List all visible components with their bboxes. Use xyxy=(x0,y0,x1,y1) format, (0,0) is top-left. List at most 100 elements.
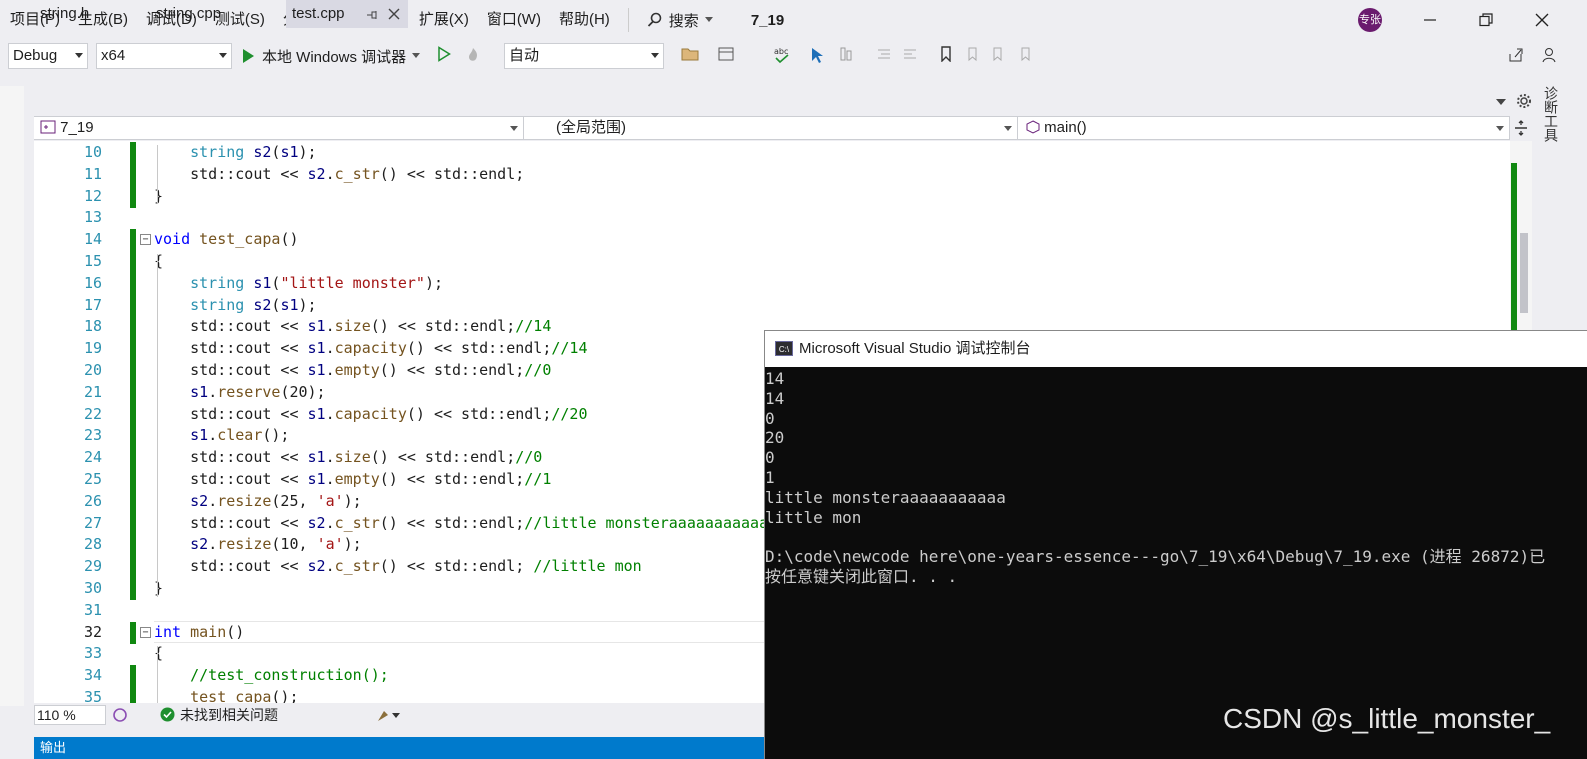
diagnostic-tools-panel[interactable]: 诊断工具 xyxy=(1535,86,1587,330)
method-icon xyxy=(1026,120,1040,134)
uncomment-icon[interactable] xyxy=(900,46,920,66)
code-line[interactable]: 17 string s2(s1); xyxy=(34,294,1510,317)
clear-bookmarks-icon[interactable] xyxy=(1016,46,1036,66)
comment-icon[interactable] xyxy=(874,46,894,66)
chevron-down-icon xyxy=(510,126,518,131)
output-label: 输出 xyxy=(40,740,67,755)
code-line[interactable]: 15 { xyxy=(34,251,1510,273)
cursor-icon[interactable] xyxy=(808,46,828,66)
code-text: string s1("little monster"); xyxy=(190,273,443,292)
debug-console-window[interactable]: C:\ Microsoft Visual Studio 调试控制台 CSDN @… xyxy=(764,330,1587,759)
change-marker xyxy=(130,381,136,404)
project-combo[interactable]: 7_19 xyxy=(34,117,524,139)
split-icon[interactable] xyxy=(1514,120,1528,136)
zoom-value: 110 % xyxy=(37,707,76,723)
scope-combo[interactable]: (全局范围) xyxy=(526,117,1018,139)
chevron-down-icon xyxy=(1004,126,1012,131)
check-circle-icon xyxy=(160,707,175,722)
code-text: } xyxy=(154,186,164,205)
bookmark-icon[interactable] xyxy=(936,46,956,66)
search-icon xyxy=(647,12,662,27)
platform-combo[interactable]: x64 xyxy=(96,43,232,69)
auto-combo[interactable]: 自动 xyxy=(504,43,664,69)
config-combo[interactable]: Debug xyxy=(8,43,88,69)
code-text: s2.resize(10, 'a'); xyxy=(190,535,362,554)
navigation-bar: 7_19 (全局范围) main() xyxy=(34,116,1510,140)
close-icon[interactable] xyxy=(388,8,400,20)
output-panel-tab[interactable]: 输出 xyxy=(34,737,764,759)
tab-string-cpp[interactable]: string.cpp xyxy=(150,0,227,28)
line-number: 31 xyxy=(83,600,102,619)
diagnostic-tools-label: 诊断工具 xyxy=(1543,86,1559,142)
change-marker xyxy=(1511,163,1517,333)
change-marker xyxy=(130,251,136,273)
hot-reload-icon[interactable] xyxy=(463,46,483,66)
menu-help[interactable]: 帮助(H) xyxy=(549,0,618,40)
indent-guide xyxy=(157,254,158,597)
line-number: 29 xyxy=(83,557,102,576)
change-marker xyxy=(130,142,136,164)
console-icon: C:\ xyxy=(775,341,793,356)
start-without-debugging-icon[interactable] xyxy=(434,46,454,66)
editor-status-bar: 110 % 未找到相关问题 xyxy=(34,703,764,727)
project-value: 7_19 xyxy=(60,119,94,136)
next-bookmark-icon[interactable] xyxy=(988,46,1008,66)
fold-toggle-icon[interactable]: − xyxy=(140,234,151,246)
code-line[interactable]: 12} xyxy=(34,185,1510,208)
menu-extensions[interactable]: 扩展(X) xyxy=(409,0,477,40)
avatar[interactable]: 专张 xyxy=(1358,8,1382,32)
spell-check-icon[interactable]: abc xyxy=(772,46,792,66)
minimize-button[interactable] xyxy=(1402,0,1458,40)
pin-icon[interactable] xyxy=(366,9,378,21)
prev-bookmark-icon[interactable] xyxy=(962,46,982,66)
line-number: 21 xyxy=(83,382,102,401)
tab-string-h[interactable]: string.h xyxy=(34,0,95,28)
code-line[interactable]: 10 string s2(s1); xyxy=(34,142,1510,164)
menu-bar: 项目(P) 生成(B) 调试(D) 测试(S) 分析(N) 工具(T) 扩展(X… xyxy=(0,0,1587,40)
folder-icon[interactable] xyxy=(680,46,700,66)
tab-test-cpp[interactable]: test.cpp xyxy=(286,0,408,28)
code-line[interactable]: 16 string s1("little monster"); xyxy=(34,272,1510,295)
feedback-icon[interactable] xyxy=(1540,46,1560,66)
menu-separator xyxy=(627,8,629,32)
console-line: 14 xyxy=(765,388,785,408)
code-text: s1.clear(); xyxy=(190,426,290,445)
change-marker xyxy=(130,447,136,470)
change-marker xyxy=(130,316,136,339)
restore-button[interactable] xyxy=(1458,0,1514,40)
cleanup-icon[interactable] xyxy=(376,707,400,723)
code-text: //test_construction(); xyxy=(190,666,389,685)
code-text: { xyxy=(154,644,164,663)
issues-status[interactable]: 未找到相关问题 xyxy=(180,705,278,725)
line-number: 34 xyxy=(83,666,102,685)
search-button[interactable]: 搜索 xyxy=(639,10,721,31)
tab-label: string.cpp xyxy=(156,5,222,22)
code-line[interactable]: 13 xyxy=(34,207,1510,229)
solution-explorer-icon[interactable] xyxy=(716,46,736,66)
change-marker xyxy=(130,556,136,579)
chevron-down-icon xyxy=(704,17,713,22)
code-text: std::cout << s1.size() << std::endl;//14 xyxy=(154,317,552,336)
code-line[interactable]: 14 − void test_capa() xyxy=(34,229,1510,252)
scroll-thumb[interactable] xyxy=(1520,233,1528,313)
share-icon[interactable] xyxy=(1506,46,1526,66)
align-icon[interactable] xyxy=(836,46,856,66)
line-number: 16 xyxy=(83,273,102,292)
member-combo[interactable]: main() xyxy=(1020,117,1510,139)
close-button[interactable] xyxy=(1514,0,1570,40)
change-marker xyxy=(130,578,136,600)
intellicode-icon[interactable] xyxy=(112,707,128,723)
tab-dropdown-icon[interactable] xyxy=(1496,98,1506,106)
console-line: 按任意键关闭此窗口. . . xyxy=(765,567,958,586)
document-tabs xyxy=(0,86,1587,114)
change-marker xyxy=(130,512,136,535)
code-line[interactable]: 11 std::cout << s2.c_str() << std::endl; xyxy=(34,163,1510,186)
zoom-combo[interactable]: 110 % xyxy=(34,705,106,725)
settings-icon[interactable] xyxy=(1516,93,1532,109)
menu-window[interactable]: 窗口(W) xyxy=(477,0,549,40)
change-marker xyxy=(130,621,136,644)
fold-toggle-icon[interactable]: − xyxy=(140,626,151,638)
start-debugging-button[interactable]: 本地 Windows 调试器 xyxy=(240,44,421,68)
code-text: std::cout << s2.c_str() << std::endl; //… xyxy=(154,557,642,576)
console-line: 0 xyxy=(765,448,775,468)
